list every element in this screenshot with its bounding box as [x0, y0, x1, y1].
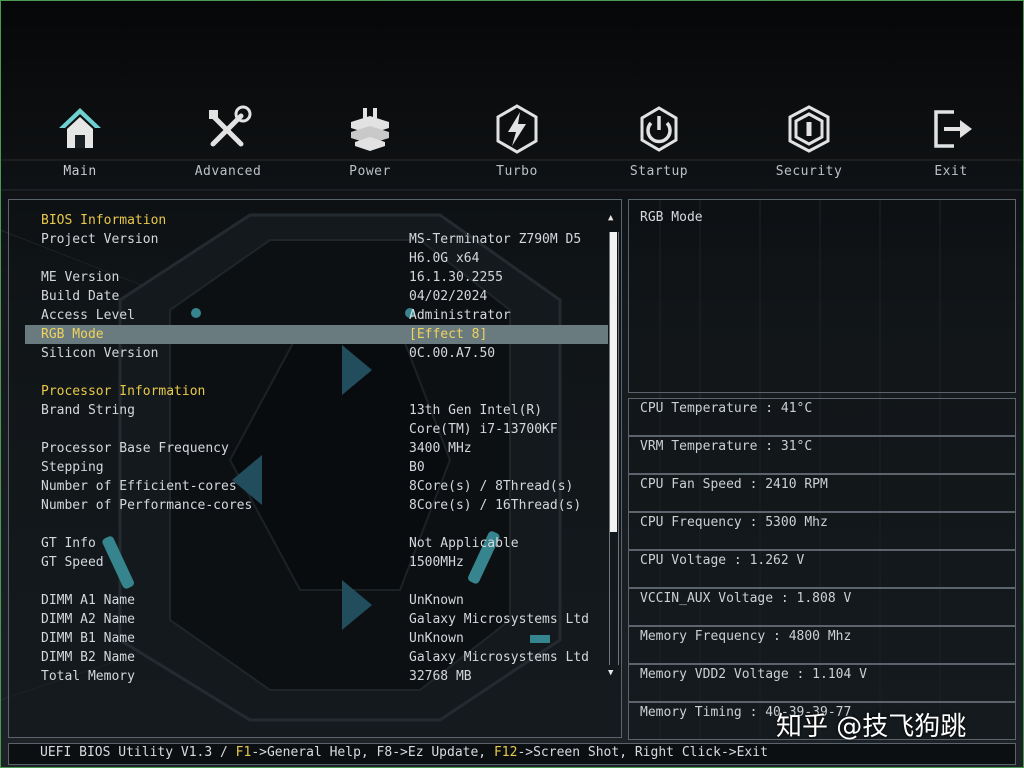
row-label: DIMM B2 Name — [41, 650, 135, 665]
monitor-reading: Memory Frequency : 4800 Mhz — [640, 629, 852, 644]
power-button-icon — [640, 106, 678, 152]
row-label: Project Version — [41, 232, 159, 247]
status-bar: UEFI BIOS Utility V1.3 / F1->General Hel… — [8, 743, 1016, 765]
row-label: RGB Mode — [41, 327, 104, 342]
row-value: B0 — [409, 460, 425, 475]
monitor-item: CPU Fan Speed : 2410 RPM — [628, 474, 1016, 512]
tab-exit[interactable]: Exit — [896, 102, 1006, 179]
monitor-reading: Memory VDD2 Voltage : 1.104 V — [640, 667, 867, 682]
help-title: RGB Mode — [640, 210, 703, 225]
tab-exit-label: Exit — [934, 164, 968, 179]
row-label: DIMM A1 Name — [41, 593, 135, 608]
monitor-reading: VRM Temperature : 31°C — [640, 439, 813, 454]
monitor-item: CPU Frequency : 5300 Mhz — [628, 512, 1016, 550]
monitor-item: CPU Temperature : 41°C — [628, 398, 1016, 436]
tab-power-label: Power — [349, 164, 391, 179]
row-value: UnKnown — [409, 631, 464, 646]
monitor-item: CPU Voltage : 1.262 V — [628, 550, 1016, 588]
row-label: Number of Efficient-cores — [41, 479, 237, 494]
row-label: GT Speed — [41, 555, 104, 570]
row-value: 0C.00.A7.50 — [409, 346, 496, 361]
status-bar-text: UEFI BIOS Utility V1.3 / F1->General Hel… — [40, 745, 768, 760]
row-value: 8Core(s) / 16Thread(s) — [409, 498, 582, 513]
scroll-up-arrow[interactable]: ▲ — [608, 213, 613, 223]
row-label: GT Info — [41, 536, 96, 551]
row-value: Galaxy Microsystems Ltd — [409, 612, 590, 627]
row-label: Number of Performance-cores — [41, 498, 253, 513]
monitor-reading: CPU Frequency : 5300 Mhz — [640, 515, 828, 530]
monitor-reading: CPU Voltage : 1.262 V — [640, 553, 805, 568]
monitor-reading: VCCIN_AUX Voltage : 1.808 V — [640, 591, 852, 606]
power-chip-icon — [351, 108, 389, 151]
row-label: Processor Information — [41, 384, 206, 399]
status-f1-text: ->General Help, F8->Ez Update, — [251, 745, 494, 760]
monitor-reading: CPU Fan Speed : 2410 RPM — [640, 477, 828, 492]
row-label: Stepping — [41, 460, 104, 475]
monitor-item: Memory VDD2 Voltage : 1.104 V — [628, 664, 1016, 702]
main-info-panel: BIOS Information Project Version MS-Termin… — [8, 199, 622, 738]
row-value: H6.0G x64 — [409, 251, 480, 266]
row-value: MS-Terminator Z790M D5 — [409, 232, 582, 247]
row-label: DIMM B1 Name — [41, 631, 135, 646]
info-row[interactable]: RGB Mode [Effect 8] — [25, 325, 608, 344]
scrollbar-thumb[interactable] — [610, 232, 617, 532]
row-value: 16.1.30.2255 — [409, 270, 503, 285]
row-label: Build Date — [41, 289, 120, 304]
tab-turbo-label: Turbo — [496, 164, 538, 179]
turbo-bolt-icon — [496, 104, 538, 154]
row-value: 1500MHz — [409, 555, 464, 570]
status-prefix: UEFI BIOS Utility V1.3 / — [40, 745, 236, 760]
row-label: ME Version — [41, 270, 120, 285]
security-shield-icon — [788, 105, 830, 153]
tab-main[interactable]: Main — [25, 102, 135, 179]
row-value: Administrator — [409, 308, 511, 323]
row-value: Core(TM) i7-13700KF — [409, 422, 558, 437]
row-label: Brand String — [41, 403, 135, 418]
row-label: Total Memory — [41, 669, 135, 684]
tab-main-label: Main — [63, 164, 97, 179]
home-icon — [59, 108, 101, 148]
row-value: Not Applicable — [409, 536, 519, 551]
row-label: BIOS Information — [41, 213, 167, 228]
tools-icon — [209, 105, 252, 147]
tab-startup-label: Startup — [629, 164, 689, 179]
row-value: 13th Gen Intel(R) — [409, 403, 543, 418]
row-value: Galaxy Microsystems Ltd — [409, 650, 590, 665]
row-value: 3400 MHz — [409, 441, 472, 456]
tab-startup[interactable]: Startup — [604, 102, 714, 179]
status-f12-text: ->Screen Shot, Right Click->Exit — [517, 745, 768, 760]
scroll-down-arrow[interactable]: ▼ — [608, 668, 613, 678]
watermark: 知乎 @技飞狗跳 — [776, 712, 967, 742]
tab-power[interactable]: Power — [315, 102, 425, 179]
row-value[interactable]: [Effect 8] — [409, 325, 487, 344]
bios-screen: Main Advanced Power Turbo Startup Securi… — [0, 0, 1024, 768]
status-f1-key: F1 — [235, 745, 252, 760]
row-value: 8Core(s) / 8Thread(s) — [409, 479, 574, 494]
tab-advanced-label: Advanced — [194, 164, 262, 179]
monitor-item: VCCIN_AUX Voltage : 1.808 V — [628, 588, 1016, 626]
row-label: Silicon Version — [41, 346, 159, 361]
tab-security[interactable]: Security — [754, 102, 864, 179]
tab-security-label: Security — [775, 164, 843, 179]
tab-turbo[interactable]: Turbo — [462, 102, 572, 179]
tab-advanced[interactable]: Advanced — [173, 102, 283, 179]
row-label: Processor Base Frequency — [41, 441, 229, 456]
monitor-reading: CPU Temperature : 41°C — [640, 401, 813, 416]
row-value: 04/02/2024 — [409, 289, 488, 304]
exit-icon — [934, 110, 972, 148]
status-f12-key: F12 — [493, 745, 518, 760]
row-label: Access Level — [41, 308, 135, 323]
row-value: 32768 MB — [409, 669, 472, 684]
help-panel: RGB Mode — [628, 199, 1016, 393]
monitor-item: VRM Temperature : 31°C — [628, 436, 1016, 474]
row-label: DIMM A2 Name — [41, 612, 135, 627]
row-value: UnKnown — [409, 593, 464, 608]
monitor-item: Memory Frequency : 4800 Mhz — [628, 626, 1016, 664]
